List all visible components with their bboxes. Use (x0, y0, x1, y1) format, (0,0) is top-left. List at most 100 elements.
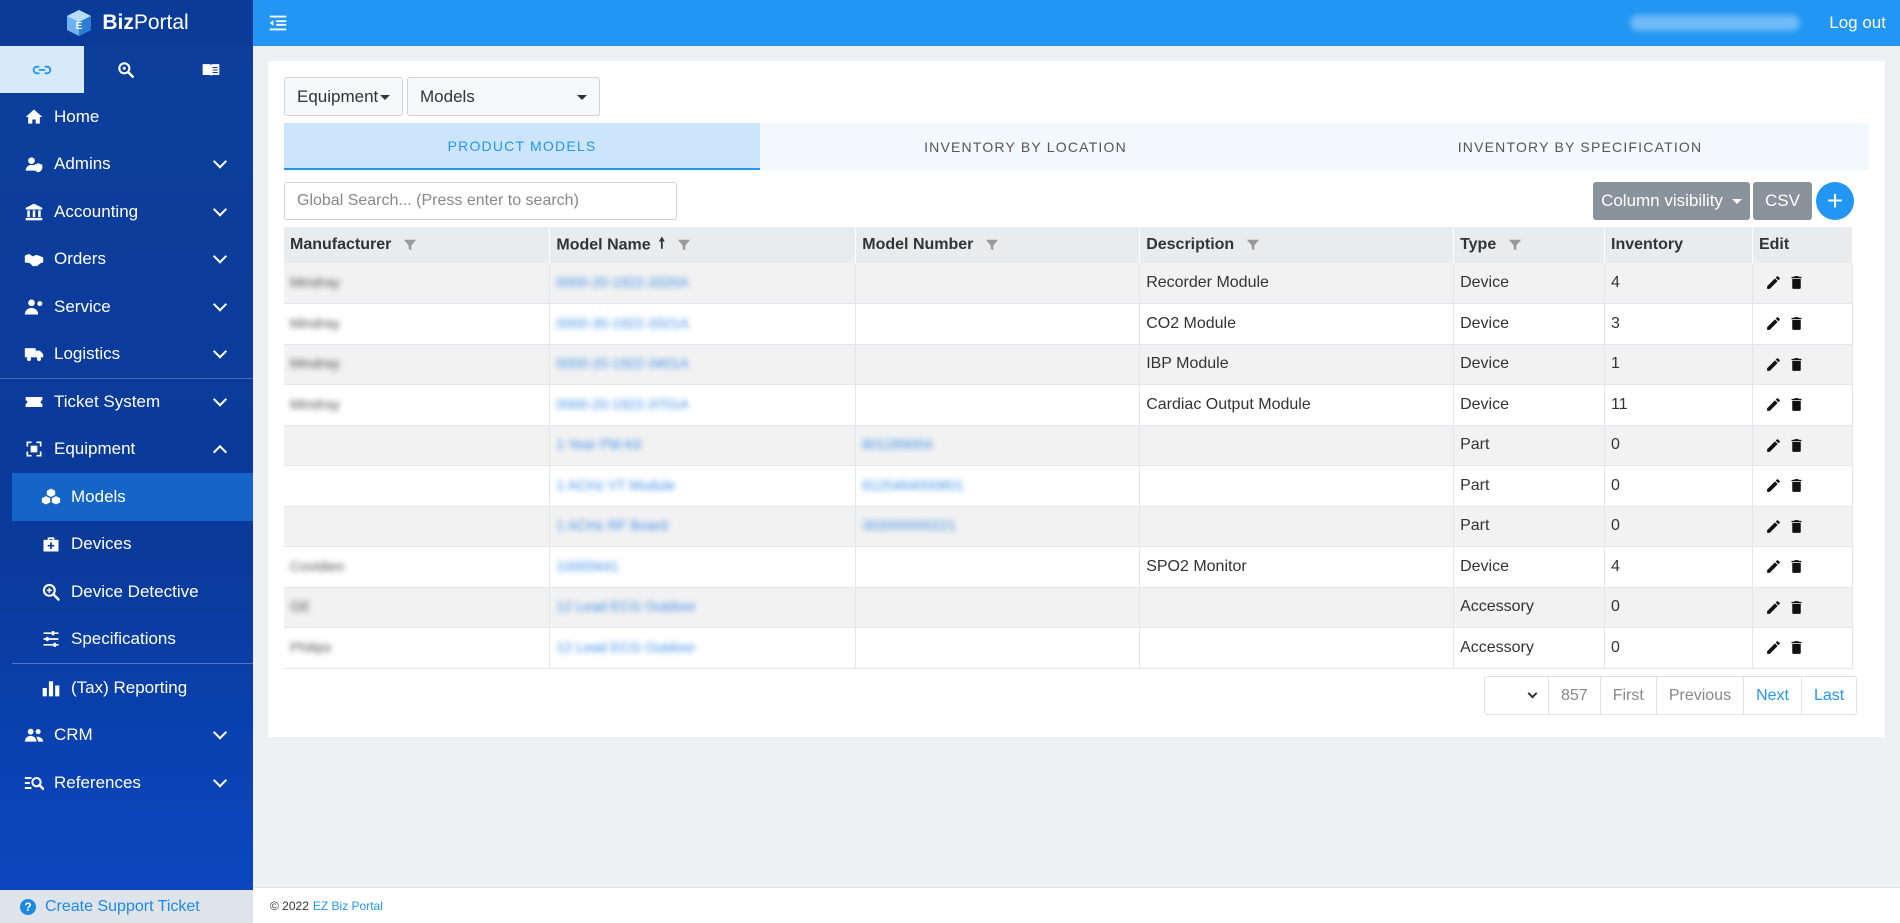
global-search-input[interactable] (284, 182, 677, 220)
nav-equipment-label: Equipment (54, 439, 136, 459)
column-header-inventory[interactable]: Inventory (1604, 227, 1753, 263)
cell-model-number[interactable] (855, 627, 1141, 669)
pencil-edit-icon[interactable] (1765, 315, 1782, 332)
cell-model-name[interactable]: 12 Lead ECG Outdoor (549, 587, 857, 628)
cell-model-number[interactable]: 8125464000801 (855, 465, 1141, 507)
cell-inventory: 0 (1604, 425, 1753, 466)
pagination-first[interactable]: First (1601, 677, 1657, 714)
cell-model-name[interactable]: 1 ACHz VT Module (549, 465, 857, 507)
trash-delete-icon[interactable] (1788, 518, 1805, 535)
pencil-edit-icon[interactable] (1765, 274, 1782, 291)
nav-logistics[interactable]: Logistics (0, 331, 253, 379)
trash-delete-icon[interactable] (1788, 437, 1805, 454)
pagination-previous[interactable]: Previous (1657, 677, 1745, 714)
pagination-last[interactable]: Last (1802, 677, 1856, 714)
cell-model-name[interactable]: 0000-20-1922-3401A (549, 344, 857, 385)
column-visibility-button[interactable]: Column visibility (1593, 182, 1750, 220)
cell-model-number[interactable]: 801289004 (855, 425, 1141, 466)
pencil-edit-icon[interactable] (1765, 356, 1782, 373)
trash-delete-icon[interactable] (1788, 356, 1805, 373)
chevron-down-icon (212, 202, 228, 217)
column-header-manufacturer[interactable]: Manufacturer (284, 227, 551, 263)
column-header-description[interactable]: Description (1139, 227, 1455, 263)
nav-sub-models[interactable]: Models (12, 473, 253, 521)
cell-model-name[interactable]: 1 Year PM Kit (549, 425, 857, 466)
filter-funnel-icon[interactable] (1246, 238, 1260, 252)
pencil-edit-icon[interactable] (1765, 558, 1782, 575)
nav-sub-device-detective[interactable]: Device Detective (12, 568, 253, 616)
pagination-next[interactable]: Next (1744, 677, 1802, 714)
tab-inventory-by-specification[interactable]: INVENTORY BY SPECIFICATION (1291, 123, 1869, 170)
logout-link[interactable]: Log out (1829, 13, 1886, 33)
cell-model-number[interactable] (855, 303, 1141, 345)
pencil-edit-icon[interactable] (1765, 639, 1782, 656)
cell-description (1139, 425, 1455, 466)
brand[interactable]: E BizPortal (0, 0, 253, 46)
tab-inventory-by-location[interactable]: INVENTORY BY LOCATION (760, 123, 1291, 170)
cell-edit (1752, 587, 1854, 628)
footer: © 2022 EZ Biz Portal (253, 887, 1900, 923)
nav-sub-devices[interactable]: Devices (12, 521, 253, 569)
cell-edit (1752, 344, 1854, 385)
cell-model-number[interactable] (855, 344, 1141, 385)
pagination-total: 857 (1549, 677, 1601, 714)
nav-equipment[interactable]: Equipment (0, 426, 253, 474)
page-size-select[interactable] (1485, 677, 1549, 714)
column-header-model-name[interactable]: Model Name 🠕 (549, 227, 857, 263)
add-model-button[interactable]: + (1816, 182, 1854, 220)
pencil-edit-icon[interactable] (1765, 437, 1782, 454)
footer-link[interactable]: EZ Biz Portal (313, 899, 383, 913)
nav-ticket-system[interactable]: Ticket System (0, 378, 253, 426)
cell-model-number[interactable]: 302000000221 (855, 506, 1141, 547)
pencil-edit-icon[interactable] (1765, 477, 1782, 494)
cell-model-name[interactable]: 12 Lead ECG Outdoor (549, 627, 857, 669)
cell-model-number[interactable] (855, 263, 1141, 304)
tab-bar: PRODUCT MODELS INVENTORY BY LOCATION INV… (284, 123, 1869, 170)
column-header-model-number[interactable]: Model Number (855, 227, 1141, 263)
nav-sub-tax-reporting[interactable]: (Tax) Reporting (12, 664, 253, 712)
trash-delete-icon[interactable] (1788, 477, 1805, 494)
cell-model-number[interactable] (855, 587, 1141, 628)
trash-delete-icon[interactable] (1788, 396, 1805, 413)
view-dropdown-value: Models (420, 86, 475, 106)
pencil-edit-icon[interactable] (1765, 396, 1782, 413)
cell-model-number[interactable] (855, 384, 1141, 426)
trash-delete-icon[interactable] (1788, 315, 1805, 332)
nav-orders[interactable]: Orders (0, 236, 253, 284)
sidebar-tab-book[interactable] (169, 46, 253, 93)
sidebar-tab-links[interactable] (0, 46, 85, 93)
nav-crm[interactable]: CRM (0, 712, 253, 760)
filter-funnel-icon[interactable] (677, 238, 691, 252)
view-dropdown[interactable]: Models (407, 77, 600, 116)
cell-model-name[interactable]: 0000-20-1922-3701A (549, 384, 857, 426)
filter-funnel-icon[interactable] (403, 238, 417, 252)
pencil-edit-icon[interactable] (1765, 599, 1782, 616)
trash-delete-icon[interactable] (1788, 639, 1805, 656)
cell-model-name[interactable]: 0000-20-1922-3320A (549, 263, 857, 304)
cell-model-number[interactable] (855, 546, 1141, 588)
filter-funnel-icon[interactable] (985, 238, 999, 252)
table-row: Mindray 0000-30-1922-3321A CO2 Module Devic… (284, 303, 1854, 345)
trash-delete-icon[interactable] (1788, 558, 1805, 575)
column-header-type[interactable]: Type (1453, 227, 1606, 263)
cell-model-name[interactable]: 10005641 (549, 546, 857, 588)
trash-delete-icon[interactable] (1788, 274, 1805, 291)
nav-admins[interactable]: Admins (0, 141, 253, 189)
nav-service[interactable]: Service (0, 283, 253, 331)
create-support-ticket-link[interactable]: ? Create Support Ticket (0, 890, 253, 923)
csv-button[interactable]: CSV (1753, 182, 1812, 220)
sidebar-tab-search[interactable] (84, 46, 168, 93)
footer-copyright: © 2022 (270, 898, 309, 913)
cell-model-name[interactable]: 0000-30-1922-3321A (549, 303, 857, 345)
nav-accounting[interactable]: Accounting (0, 188, 253, 236)
nav-references[interactable]: References (0, 759, 253, 807)
nav-home[interactable]: Home (0, 93, 253, 141)
nav-sub-specifications[interactable]: Specifications (12, 616, 253, 664)
category-dropdown[interactable]: Equipment (284, 77, 403, 116)
filter-funnel-icon[interactable] (1508, 238, 1522, 252)
menu-toggle-icon[interactable] (267, 12, 289, 34)
cell-model-name[interactable]: 1 ACHz RF Board (549, 506, 857, 547)
pencil-edit-icon[interactable] (1765, 518, 1782, 535)
tab-product-models[interactable]: PRODUCT MODELS (284, 123, 760, 170)
trash-delete-icon[interactable] (1788, 599, 1805, 616)
